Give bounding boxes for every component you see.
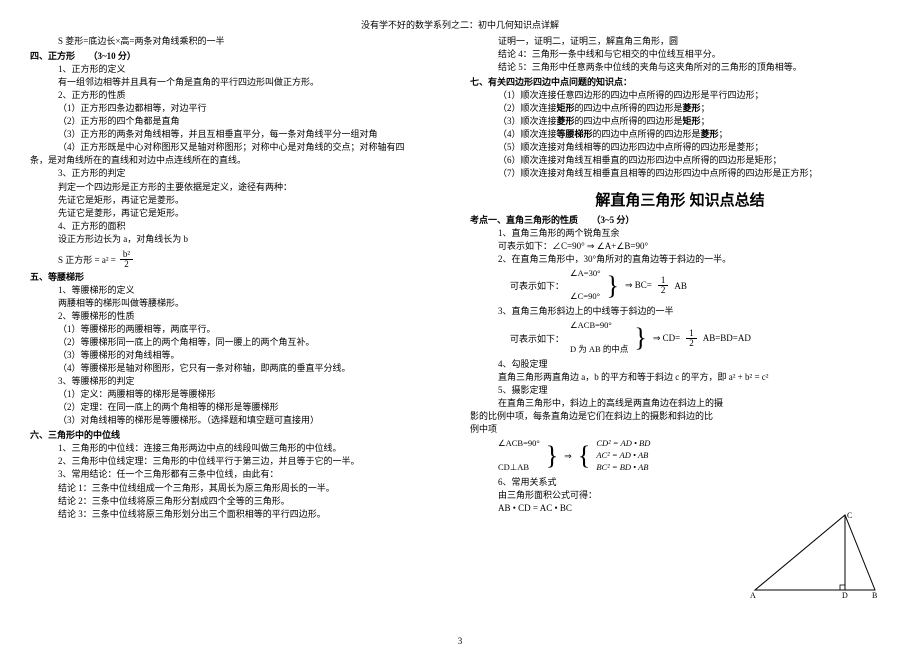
brace-block-midline: 可表示如下： ∠ACB=90° D 为 AB 的中点 } ⇒ CD= 12 AB… bbox=[510, 320, 890, 356]
line: （3）对角线相等的梯形是等腰梯形。（选择题和填空题可直接用） bbox=[30, 414, 450, 427]
line: 2、三角形中位线定理：三角形的中位线平行于第三边，并且等于它的一半。 bbox=[30, 455, 450, 468]
line: 2、在直角三角形中，30°角所对的直角边等于斜边的一半。 bbox=[470, 253, 890, 266]
section-7: 七、有关四边形四边中点问题的知识点： bbox=[470, 76, 890, 89]
line: 6、常用关系式 bbox=[470, 476, 890, 489]
line: （4）顺次连接等腰梯形的四边中点所得的四边形是菱形； bbox=[470, 128, 890, 141]
line: （3）等腰梯形的对角线相等。 bbox=[30, 349, 450, 362]
page-header: 没有学不好的数学系列之二：初中几何知识点详解 bbox=[30, 18, 890, 31]
line: 结论 3：三条中位线将原三角形划分出三个面积相等的平行四边形。 bbox=[30, 508, 450, 521]
line: 3、等腰梯形的判定 bbox=[30, 375, 450, 388]
line: 3、正方形的判定 bbox=[30, 167, 450, 180]
big-title: 解直角三角形 知识点总结 bbox=[470, 189, 890, 210]
brace-icon: } bbox=[606, 273, 618, 299]
line: （2）定理：在同一底上的两个角相等的梯形是等腰梯形 bbox=[30, 401, 450, 414]
line: （2）正方形的四个角都是直角 bbox=[30, 115, 450, 128]
line: 4、正方形的面积 bbox=[30, 220, 450, 233]
line: 证明一，证明二，证明三，解直角三角形，圆 bbox=[470, 35, 890, 48]
brace-icon: { bbox=[578, 443, 590, 469]
line: 例中项 bbox=[470, 423, 890, 436]
svg-text:B: B bbox=[872, 591, 877, 600]
columns: S 菱形=底边长×高=两条对角线乘积的一半 四、正方形 （3~10 分） 1、正… bbox=[30, 35, 890, 521]
line: （3）正方形的两条对角线相等，并且互相垂直平分，每一条对角线平分一组对角 bbox=[30, 128, 450, 141]
line: （4）正方形既是中心对称图形又是轴对称图形；对称中心是对角线的交点；对称轴有四 bbox=[30, 141, 450, 154]
line: 可表示如下：∠C=90° ⇒ ∠A+∠B=90° bbox=[470, 240, 890, 253]
section-4: 四、正方形 （3~10 分） bbox=[30, 50, 450, 63]
brace-block-30: 可表示如下： ∠A=30° ∠C=90° } ⇒ BC= 12 AB bbox=[510, 268, 890, 304]
line: 条，是对角线所在的直线和对边中点连线所在的直线。 bbox=[30, 154, 450, 167]
section-6: 六、三角形中的中位线 bbox=[30, 429, 450, 442]
line: （1）定义：两腰相等的梯形是等腰梯形 bbox=[30, 388, 450, 401]
line: 结论 1：三条中位线组成一个三角形，其周长为原三角形周长的一半。 bbox=[30, 482, 450, 495]
line: 1、三角形的中位线：连接三角形两边中点的线段叫做三角形的中位线。 bbox=[30, 442, 450, 455]
line: 直角三角形两直角边 a，b 的平方和等于斜边 c 的平方，即 a² + b² =… bbox=[470, 371, 890, 384]
line: （1）顺次连接任意四边形的四边中点所得的四边形是平行四边形； bbox=[470, 89, 890, 102]
line: （5）顺次连接对角线相等的四边形四边中点所得的四边形是菱形； bbox=[470, 141, 890, 154]
line: 结论 2：三条中位线将原三角形分割成四个全等的三角形。 bbox=[30, 495, 450, 508]
svg-text:D: D bbox=[842, 591, 848, 600]
left-column: S 菱形=底边长×高=两条对角线乘积的一半 四、正方形 （3~10 分） 1、正… bbox=[30, 35, 450, 521]
line: （2）顺次连接矩形的四边中点所得的四边形是菱形； bbox=[470, 102, 890, 115]
line: （4）等腰梯形是轴对称图形，它只有一条对称轴，即两底的垂直平分线。 bbox=[30, 362, 450, 375]
line: 由三角形面积公式可得： bbox=[470, 489, 890, 502]
line: 设正方形边长为 a，对角线长为 b bbox=[30, 233, 450, 246]
right-triangle-diagram: A B C D bbox=[750, 510, 880, 602]
square-area-formula: S 正方形 = a² = b² 2 bbox=[58, 250, 450, 269]
line: 在直角三角形中，斜边上的高线是两直角边在斜边上的摄 bbox=[470, 397, 890, 410]
fraction: b² 2 bbox=[120, 250, 133, 269]
line: 结论 4：三角形一条中线和与它相交的中位线互相平分。 bbox=[470, 48, 890, 61]
svg-text:A: A bbox=[750, 591, 756, 600]
line: （2）等腰梯形同一底上的两个角相等，同一腰上的两个角互补。 bbox=[30, 336, 450, 349]
line: 先证它是矩形，再证它是菱形。 bbox=[30, 194, 450, 207]
line: （6）顺次连接对角线互相垂直的四边形四边中点所得的四边形是矩形； bbox=[470, 154, 890, 167]
kp1: 考点一、直角三角形的性质 （3~5 分） bbox=[470, 214, 890, 227]
line: 判定一个四边形是正方形的主要依据是定义，途径有两种： bbox=[30, 181, 450, 194]
line: （3）顺次连接菱形的四边中点所得的四边形是矩形； bbox=[470, 115, 890, 128]
line: 3、直角三角形斜边上的中线等于斜边的一半 bbox=[470, 305, 890, 318]
line: 2、正方形的性质 bbox=[30, 89, 450, 102]
page: 没有学不好的数学系列之二：初中几何知识点详解 S 菱形=底边长×高=两条对角线乘… bbox=[0, 0, 920, 650]
formula-label: S 正方形 = a² = bbox=[58, 253, 116, 266]
line: 1、直角三角形的两个锐角互余 bbox=[470, 227, 890, 240]
line: 结论 5：三角形中任意两条中位线的夹角与这夹角所对的三角形的顶角相等。 bbox=[470, 61, 890, 74]
line: 5、摄影定理 bbox=[470, 384, 890, 397]
page-number: 3 bbox=[458, 636, 463, 646]
line: 影的比例中项，每条直角边是它们在斜边上的摄影和斜边的比 bbox=[470, 410, 890, 423]
triangle-svg: A B C D bbox=[750, 510, 880, 600]
line: （1）等腰梯形的两腰相等，两底平行。 bbox=[30, 323, 450, 336]
brace-icon: } bbox=[634, 325, 646, 351]
line: （1）正方形四条边都相等，对边平行 bbox=[30, 102, 450, 115]
right-column: 证明一，证明二，证明三，解直角三角形，圆 结论 4：三角形一条中线和与它相交的中… bbox=[470, 35, 890, 521]
line: 1、正方形的定义 bbox=[30, 63, 450, 76]
brace-block-proj: ∠ACB=90° CD⊥AB } ⇒ { CD² = AD • BD AC² =… bbox=[498, 438, 890, 474]
line: 先证它是菱形，再证它是矩形。 bbox=[30, 207, 450, 220]
section-5: 五、等腰梯形 bbox=[30, 271, 450, 284]
line: 2、等腰梯形的性质 bbox=[30, 310, 450, 323]
line: （7）顺次连接对角线互相垂直且相等的四边形四边中点所得的四边形是正方形； bbox=[470, 167, 890, 180]
line: 4、勾股定理 bbox=[470, 358, 890, 371]
line: 有一组邻边相等并且具有一个角是直角的平行四边形叫做正方形。 bbox=[30, 76, 450, 89]
svg-text:C: C bbox=[847, 511, 852, 520]
line: S 菱形=底边长×高=两条对角线乘积的一半 bbox=[30, 35, 450, 48]
line: 3、常用结论：任一个三角形都有三条中位线，由此有： bbox=[30, 468, 450, 481]
brace-icon: } bbox=[546, 443, 558, 469]
line: 1、等腰梯形的定义 bbox=[30, 284, 450, 297]
line: 两腰相等的梯形叫做等腰梯形。 bbox=[30, 297, 450, 310]
